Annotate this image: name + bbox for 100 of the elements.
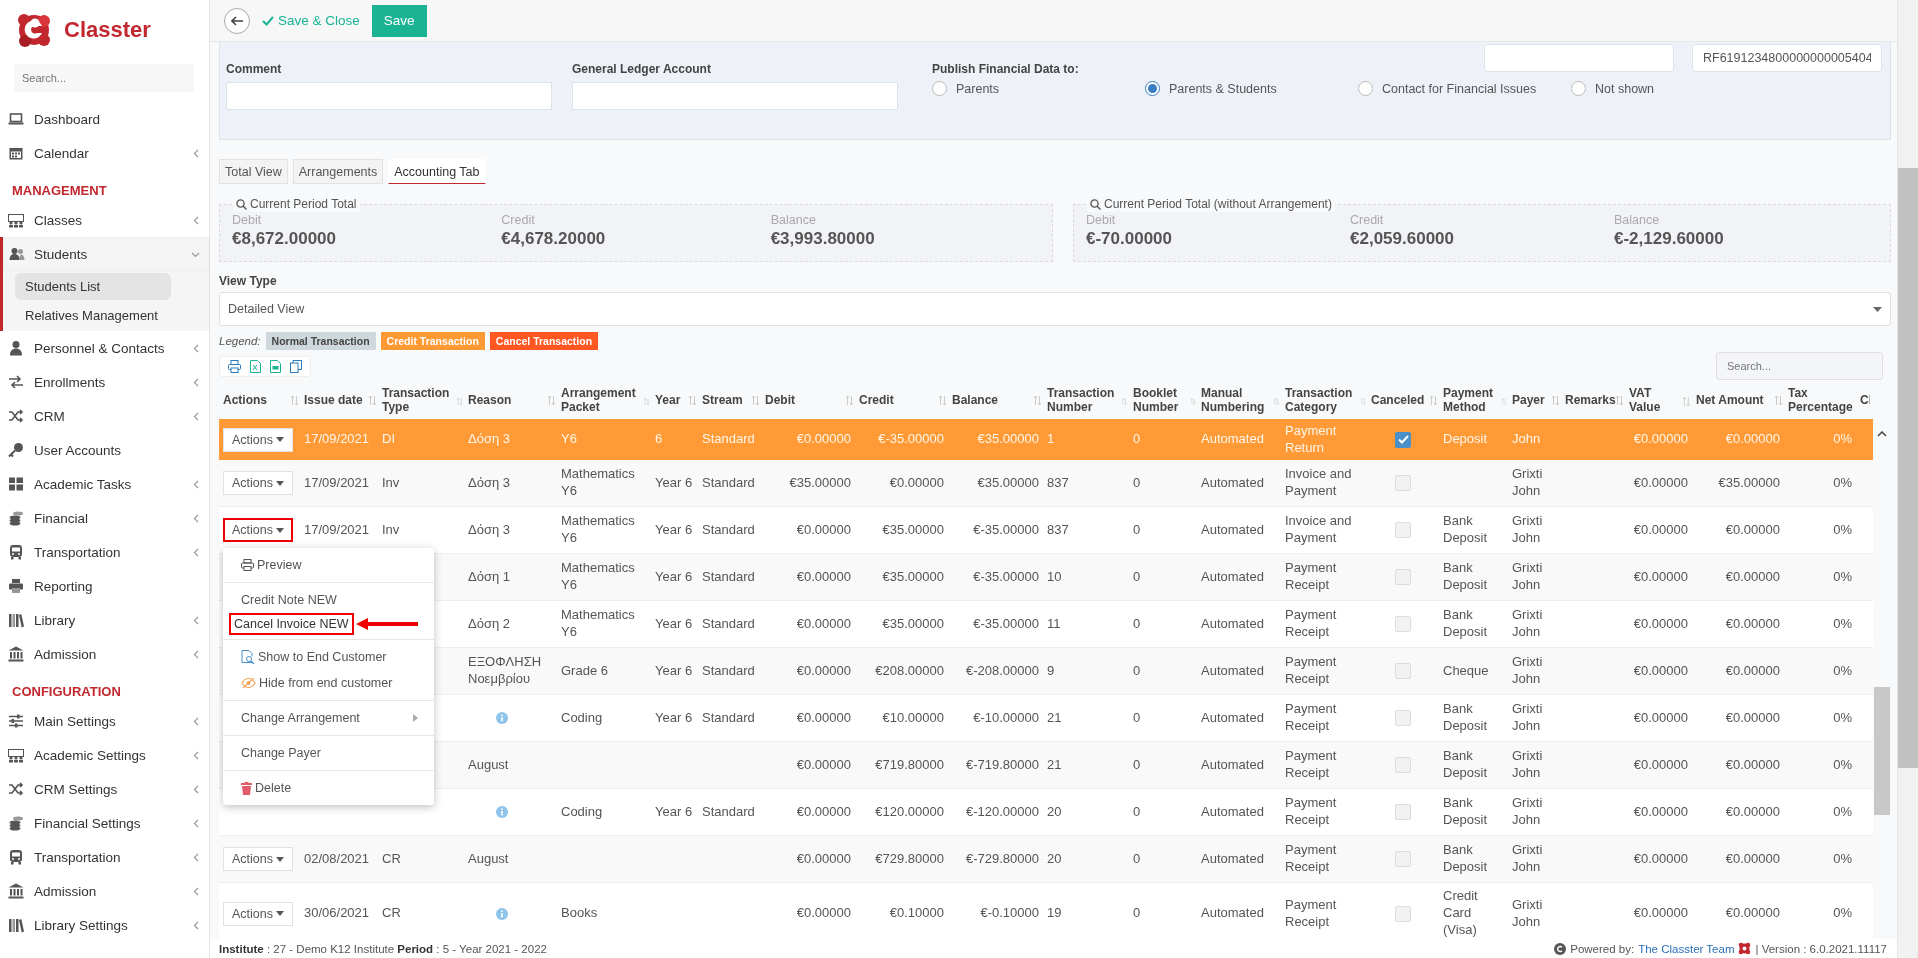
back-button[interactable] xyxy=(224,7,250,34)
checkbox[interactable] xyxy=(1395,431,1411,448)
column-header[interactable]: Canceled xyxy=(1371,394,1425,408)
radio-button[interactable] xyxy=(1358,81,1373,96)
column-header[interactable]: Actions xyxy=(223,394,267,408)
submenu-item[interactable]: Relatives Management xyxy=(15,302,171,329)
sort-icon[interactable] xyxy=(291,396,298,406)
scrollbar[interactable] xyxy=(1897,0,1918,958)
sidebar-item[interactable]: Financial xyxy=(0,501,209,535)
sort-icon[interactable] xyxy=(1501,396,1506,406)
column-header[interactable]: VAT Value xyxy=(1629,387,1684,415)
actions-dropdown[interactable]: Actions xyxy=(223,901,293,926)
sidebar-item[interactable]: Dashboard xyxy=(0,102,209,136)
sort-icon[interactable] xyxy=(752,396,759,406)
text-field[interactable] xyxy=(572,82,898,110)
column-header[interactable]: Payment Method xyxy=(1443,387,1502,415)
sort-icon[interactable] xyxy=(1775,396,1782,406)
radio-button[interactable] xyxy=(1145,81,1160,96)
column-header[interactable]: Arrangement Packet xyxy=(561,387,644,415)
sidebar-item[interactable]: Calendar xyxy=(0,136,209,170)
sort-icon[interactable] xyxy=(1122,396,1127,406)
menu-item[interactable]: Delete xyxy=(227,775,306,801)
column-header[interactable]: Net Amount xyxy=(1696,394,1764,408)
menu-item[interactable]: Change Arrangement xyxy=(227,705,432,731)
printer-icon[interactable] xyxy=(228,359,241,373)
sort-icon[interactable] xyxy=(1683,396,1690,406)
sort-icon[interactable] xyxy=(369,396,376,406)
menu-item[interactable]: Hide from end customer xyxy=(227,670,407,696)
sidebar-item[interactable]: Personnel & Contacts xyxy=(0,331,209,365)
column-header[interactable]: Booklet Number xyxy=(1133,387,1191,415)
scrollbar-thumb[interactable] xyxy=(1898,168,1918,768)
sidebar-item[interactable]: Reporting xyxy=(0,569,209,603)
text-field[interactable] xyxy=(226,82,552,110)
sidebar-item[interactable]: Enrollments xyxy=(0,365,209,399)
sort-icon[interactable] xyxy=(939,396,946,406)
sort-icon[interactable] xyxy=(456,396,462,406)
sort-icon[interactable] xyxy=(1552,396,1559,406)
sidebar-item[interactable]: Financial Settings xyxy=(0,806,209,840)
file-icon[interactable] xyxy=(270,359,281,373)
menu-item[interactable]: Show to End Customer xyxy=(227,644,401,670)
column-header[interactable]: Transaction Category xyxy=(1285,387,1361,415)
sort-icon[interactable] xyxy=(1274,396,1279,406)
sort-icon[interactable] xyxy=(1430,396,1437,406)
sidebar-item[interactable]: Academic Tasks xyxy=(0,467,209,501)
actions-dropdown[interactable]: Actions xyxy=(223,471,293,495)
column-header[interactable]: Issue date xyxy=(304,394,363,408)
sidebar-search-field[interactable]: Search... xyxy=(14,64,194,92)
column-header[interactable]: Transaction Type xyxy=(382,387,457,415)
sort-icon[interactable] xyxy=(1360,396,1365,406)
submenu-item[interactable]: Students List xyxy=(15,273,171,300)
sidebar-item[interactable]: User Accounts xyxy=(0,433,209,467)
column-header[interactable]: Remarks xyxy=(1565,394,1616,408)
sidebar-item[interactable]: CRM xyxy=(0,399,209,433)
menu-item[interactable]: Change Payer xyxy=(227,740,335,766)
sort-icon[interactable] xyxy=(644,396,649,406)
actions-dropdown[interactable]: Actions xyxy=(223,518,293,542)
spreadsheet-file-icon[interactable] xyxy=(250,359,261,373)
sort-icon[interactable] xyxy=(1616,396,1623,406)
sidebar-item[interactable]: Admission xyxy=(0,637,209,671)
column-header[interactable]: Stream xyxy=(702,394,743,408)
sort-icon[interactable] xyxy=(846,396,853,406)
column-header[interactable]: Credit xyxy=(859,394,894,408)
sidebar-item[interactable]: Classes xyxy=(0,203,209,237)
radio-button[interactable] xyxy=(1571,81,1586,96)
sidebar-item[interactable]: Admission xyxy=(0,874,209,908)
sidebar-item[interactable]: Library Settings xyxy=(0,908,209,942)
sidebar-item[interactable]: Library xyxy=(0,603,209,637)
column-header[interactable]: Tax Percentage xyxy=(1788,387,1853,415)
radio-button[interactable] xyxy=(932,81,947,96)
sort-icon[interactable] xyxy=(689,396,696,406)
sidebar-item[interactable]: Transportation xyxy=(0,535,209,569)
menu-item[interactable]: Cancel Invoice NEW xyxy=(229,613,354,635)
column-header[interactable]: Manual Numbering xyxy=(1201,387,1275,415)
tab[interactable]: Total View xyxy=(219,159,288,184)
column-header[interactable]: Year xyxy=(655,394,681,408)
scroll-up-icon[interactable] xyxy=(1877,431,1887,437)
actions-dropdown[interactable]: Actions xyxy=(223,427,293,452)
sort-icon[interactable] xyxy=(548,396,555,406)
actions-dropdown[interactable]: Actions xyxy=(223,847,293,871)
scrollbar-thumb[interactable] xyxy=(1874,687,1890,815)
sidebar-item[interactable]: Main Settings xyxy=(0,704,209,738)
menu-item[interactable]: Preview xyxy=(227,552,316,578)
team-link[interactable]: The Classter Team xyxy=(1638,942,1735,955)
sidebar-item[interactable]: Academic Settings xyxy=(0,738,209,772)
column-header[interactable]: Debit xyxy=(765,394,795,408)
sidebar-item[interactable]: Students xyxy=(3,237,209,271)
tab[interactable]: Arrangements xyxy=(292,159,384,184)
view-type-select[interactable]: Detailed View xyxy=(219,292,1891,326)
column-header[interactable]: Payer xyxy=(1512,394,1545,408)
text-field[interactable] xyxy=(1484,44,1674,72)
sort-icon[interactable] xyxy=(1034,396,1041,406)
column-header[interactable]: Reason xyxy=(468,394,512,408)
menu-item[interactable]: Credit Note NEW xyxy=(227,587,351,613)
sort-icon[interactable] xyxy=(1190,396,1195,406)
table-search-field[interactable]: Search... xyxy=(1716,352,1883,380)
column-header[interactable]: Transaction Number xyxy=(1047,387,1123,415)
sidebar-item[interactable]: CRM Settings xyxy=(0,772,209,806)
sidebar-item[interactable]: Transportation xyxy=(0,840,209,874)
copy-icon[interactable] xyxy=(290,359,302,373)
tab[interactable]: Accounting Tab xyxy=(388,159,486,184)
